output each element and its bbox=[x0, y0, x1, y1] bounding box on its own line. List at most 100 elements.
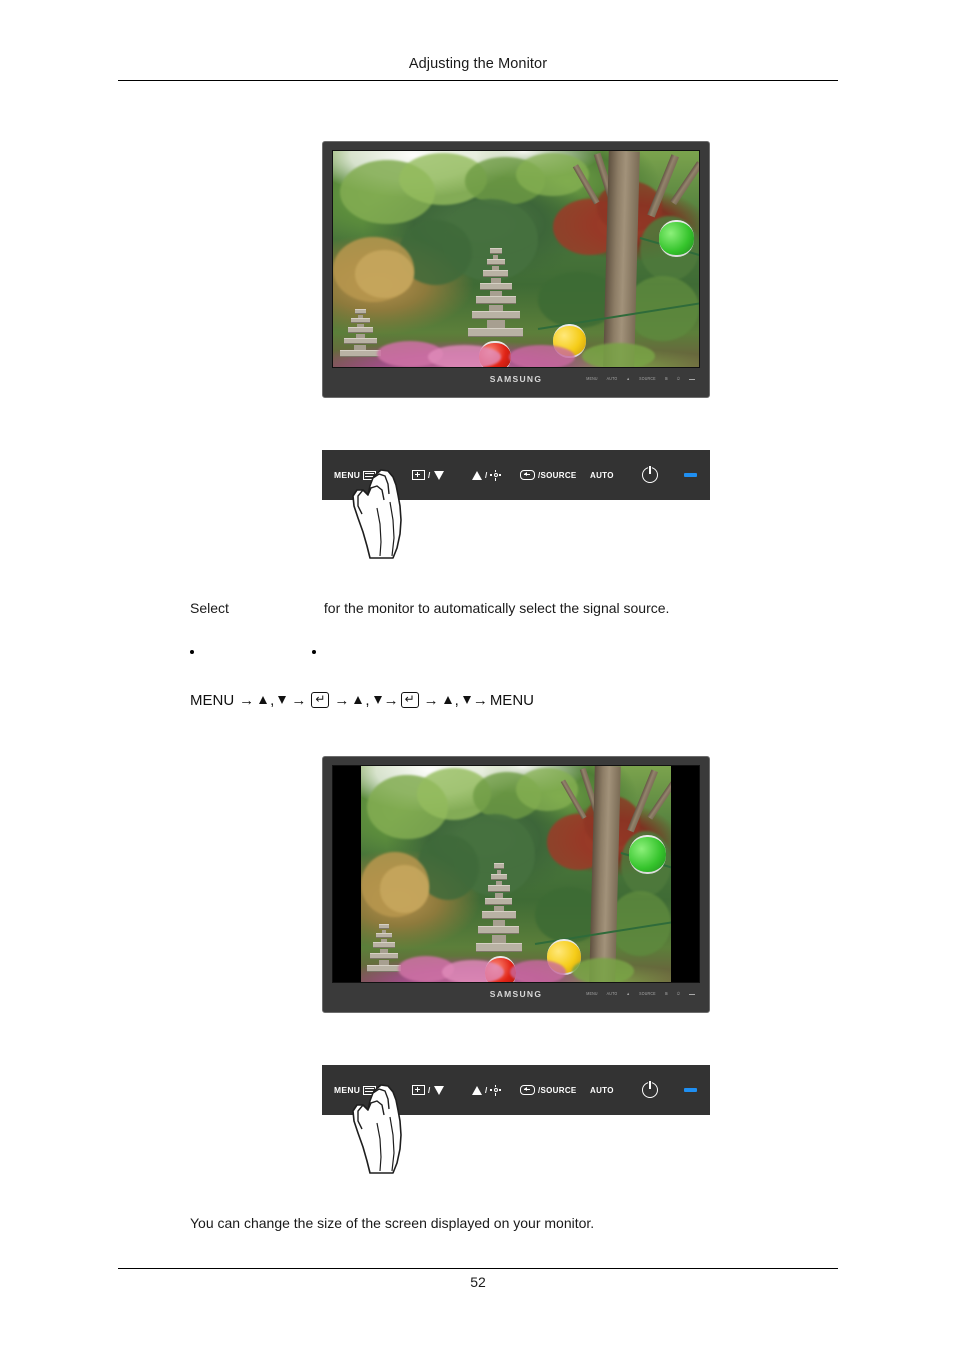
brightness-sun-icon bbox=[490, 469, 502, 481]
comma-separator: , bbox=[270, 692, 275, 709]
source-button-1[interactable]: /SOURCE bbox=[520, 470, 577, 480]
plus-icon bbox=[412, 1085, 425, 1095]
menu-button-label: MENU bbox=[334, 1085, 361, 1095]
arrow-right-icon: → bbox=[383, 692, 399, 709]
triangle-up-icon bbox=[472, 1085, 482, 1095]
slash-separator: / bbox=[428, 470, 431, 480]
auto-label: AUTO bbox=[590, 1085, 614, 1095]
page-number: 52 bbox=[470, 1274, 486, 1290]
power-icon bbox=[642, 1081, 658, 1098]
arrow-right-icon: → bbox=[423, 692, 439, 709]
plus-down-button-2[interactable]: / bbox=[412, 1085, 444, 1095]
nav-start-label: MENU bbox=[190, 692, 235, 709]
auto-button-1[interactable]: AUTO bbox=[590, 471, 614, 480]
plus-icon bbox=[412, 470, 425, 480]
menu-button-2[interactable]: MENU bbox=[334, 1085, 377, 1095]
triangle-up-icon bbox=[259, 695, 268, 704]
brightness-sun-icon bbox=[490, 1084, 502, 1096]
option-bullet-list bbox=[190, 650, 322, 654]
menu-icon bbox=[363, 470, 377, 480]
auto-button-2[interactable]: AUTO bbox=[590, 1086, 614, 1095]
bezel-led-icon bbox=[689, 378, 695, 380]
page-header: Adjusting the Monitor bbox=[118, 55, 838, 73]
select-prefix: Select bbox=[190, 600, 229, 616]
footer-divider bbox=[118, 1268, 838, 1269]
bullet-dot-icon bbox=[190, 650, 194, 654]
bezel-led-icon bbox=[689, 993, 695, 995]
monitor-bezel-bottom: SAMSUNG MENU AUTO ▲ SOURCE ⊞ ⏻ bbox=[323, 368, 709, 397]
stone-pagoda-small bbox=[367, 923, 402, 973]
source-icon bbox=[520, 470, 535, 480]
header-divider bbox=[118, 80, 838, 81]
monitor-display-area bbox=[332, 765, 700, 983]
slash-separator: / bbox=[485, 1085, 488, 1095]
monitor-illustration-widescreen: SAMSUNG MENU AUTO ▲ SOURCE ⊞ ⏻ bbox=[322, 141, 710, 398]
control-panel-strip-2: MENU / / /SOURCE AUTO bbox=[322, 1065, 710, 1174]
monitor-bezel-bottom: SAMSUNG MENU AUTO ▲ SOURCE ⊞ ⏻ bbox=[323, 983, 709, 1012]
power-button-1[interactable] bbox=[642, 466, 658, 483]
screen-content-wide bbox=[333, 151, 699, 367]
enter-key-icon: ↵ bbox=[311, 691, 330, 708]
list-item bbox=[190, 650, 200, 654]
closing-paragraph: You can change the size of the screen di… bbox=[190, 1215, 595, 1231]
comma-separator: , bbox=[365, 692, 370, 709]
up-brightness-button-2[interactable]: / bbox=[472, 1084, 502, 1096]
enter-key-icon: ↵ bbox=[400, 691, 419, 708]
stone-pagoda-small bbox=[340, 308, 381, 358]
lantern-green bbox=[658, 220, 694, 257]
triangle-up-icon bbox=[354, 695, 363, 704]
bezel-auto-icon[interactable]: AUTO bbox=[607, 377, 618, 382]
bullet-dot-icon bbox=[312, 650, 316, 654]
bezel-power-icon[interactable]: ⏻ bbox=[677, 377, 680, 382]
stone-pagoda-main bbox=[475, 863, 523, 953]
arrow-right-icon: → bbox=[239, 692, 255, 709]
bezel-source-icon[interactable]: SOURCE bbox=[639, 992, 656, 997]
select-instruction-line: Select for the monitor to automatically … bbox=[190, 600, 669, 616]
bezel-enter-icon[interactable]: ⊞ bbox=[665, 377, 668, 382]
nav-end-label: MENU bbox=[489, 692, 534, 709]
bezel-enter-icon[interactable]: ⊞ bbox=[665, 992, 668, 997]
bezel-up-icon[interactable]: ▲ bbox=[626, 992, 630, 997]
list-item bbox=[312, 650, 322, 654]
bezel-up-icon[interactable]: ▲ bbox=[626, 377, 630, 382]
triangle-down-icon bbox=[433, 470, 444, 480]
menu-button-1[interactable]: MENU bbox=[334, 470, 377, 480]
triangle-down-icon bbox=[278, 695, 287, 704]
lantern-green bbox=[629, 835, 667, 874]
bezel-source-icon[interactable]: SOURCE bbox=[639, 377, 656, 382]
bezel-power-icon[interactable]: ⏻ bbox=[677, 992, 680, 997]
source-label: /SOURCE bbox=[538, 470, 577, 480]
triangle-up-icon bbox=[472, 470, 482, 480]
arrow-right-icon: → bbox=[472, 692, 488, 709]
source-icon bbox=[520, 1085, 535, 1095]
bezel-button-strip: MENU AUTO ▲ SOURCE ⊞ ⏻ bbox=[586, 992, 695, 996]
stone-pagoda-main bbox=[468, 248, 524, 338]
garden-photo bbox=[333, 151, 699, 367]
menu-icon bbox=[363, 1085, 377, 1095]
plus-down-button-1[interactable]: / bbox=[412, 470, 444, 480]
garden-photo bbox=[361, 766, 671, 982]
arrow-right-icon: → bbox=[334, 692, 350, 709]
triangle-down-icon bbox=[462, 695, 471, 704]
page-title: Adjusting the Monitor bbox=[408, 56, 548, 72]
tree-trunk bbox=[589, 766, 622, 982]
slash-separator: / bbox=[485, 470, 488, 480]
menu-button-label: MENU bbox=[334, 470, 361, 480]
triangle-down-icon bbox=[433, 1085, 444, 1095]
bezel-button-strip: MENU AUTO ▲ SOURCE ⊞ ⏻ bbox=[586, 377, 695, 381]
power-button-2[interactable] bbox=[642, 1081, 658, 1098]
power-led-indicator-2 bbox=[684, 1088, 697, 1092]
control-panel-strip-1: MENU / / /SOURCE AUTO bbox=[322, 450, 710, 559]
arrow-right-icon: → bbox=[291, 692, 307, 709]
triangle-down-icon bbox=[373, 695, 382, 704]
menu-navigation-path: MENU → , → ↵ → , → ↵ → , → MENU bbox=[190, 691, 534, 709]
bezel-menu-icon[interactable]: MENU bbox=[586, 377, 597, 382]
monitor-illustration-fourthree: SAMSUNG MENU AUTO ▲ SOURCE ⊞ ⏻ bbox=[322, 756, 710, 1013]
bezel-menu-icon[interactable]: MENU bbox=[586, 992, 597, 997]
source-label: /SOURCE bbox=[538, 1085, 577, 1095]
tree-trunk bbox=[602, 151, 640, 367]
bezel-auto-icon[interactable]: AUTO bbox=[607, 992, 618, 997]
up-brightness-button-1[interactable]: / bbox=[472, 469, 502, 481]
auto-label: AUTO bbox=[590, 470, 614, 480]
source-button-2[interactable]: /SOURCE bbox=[520, 1085, 577, 1095]
